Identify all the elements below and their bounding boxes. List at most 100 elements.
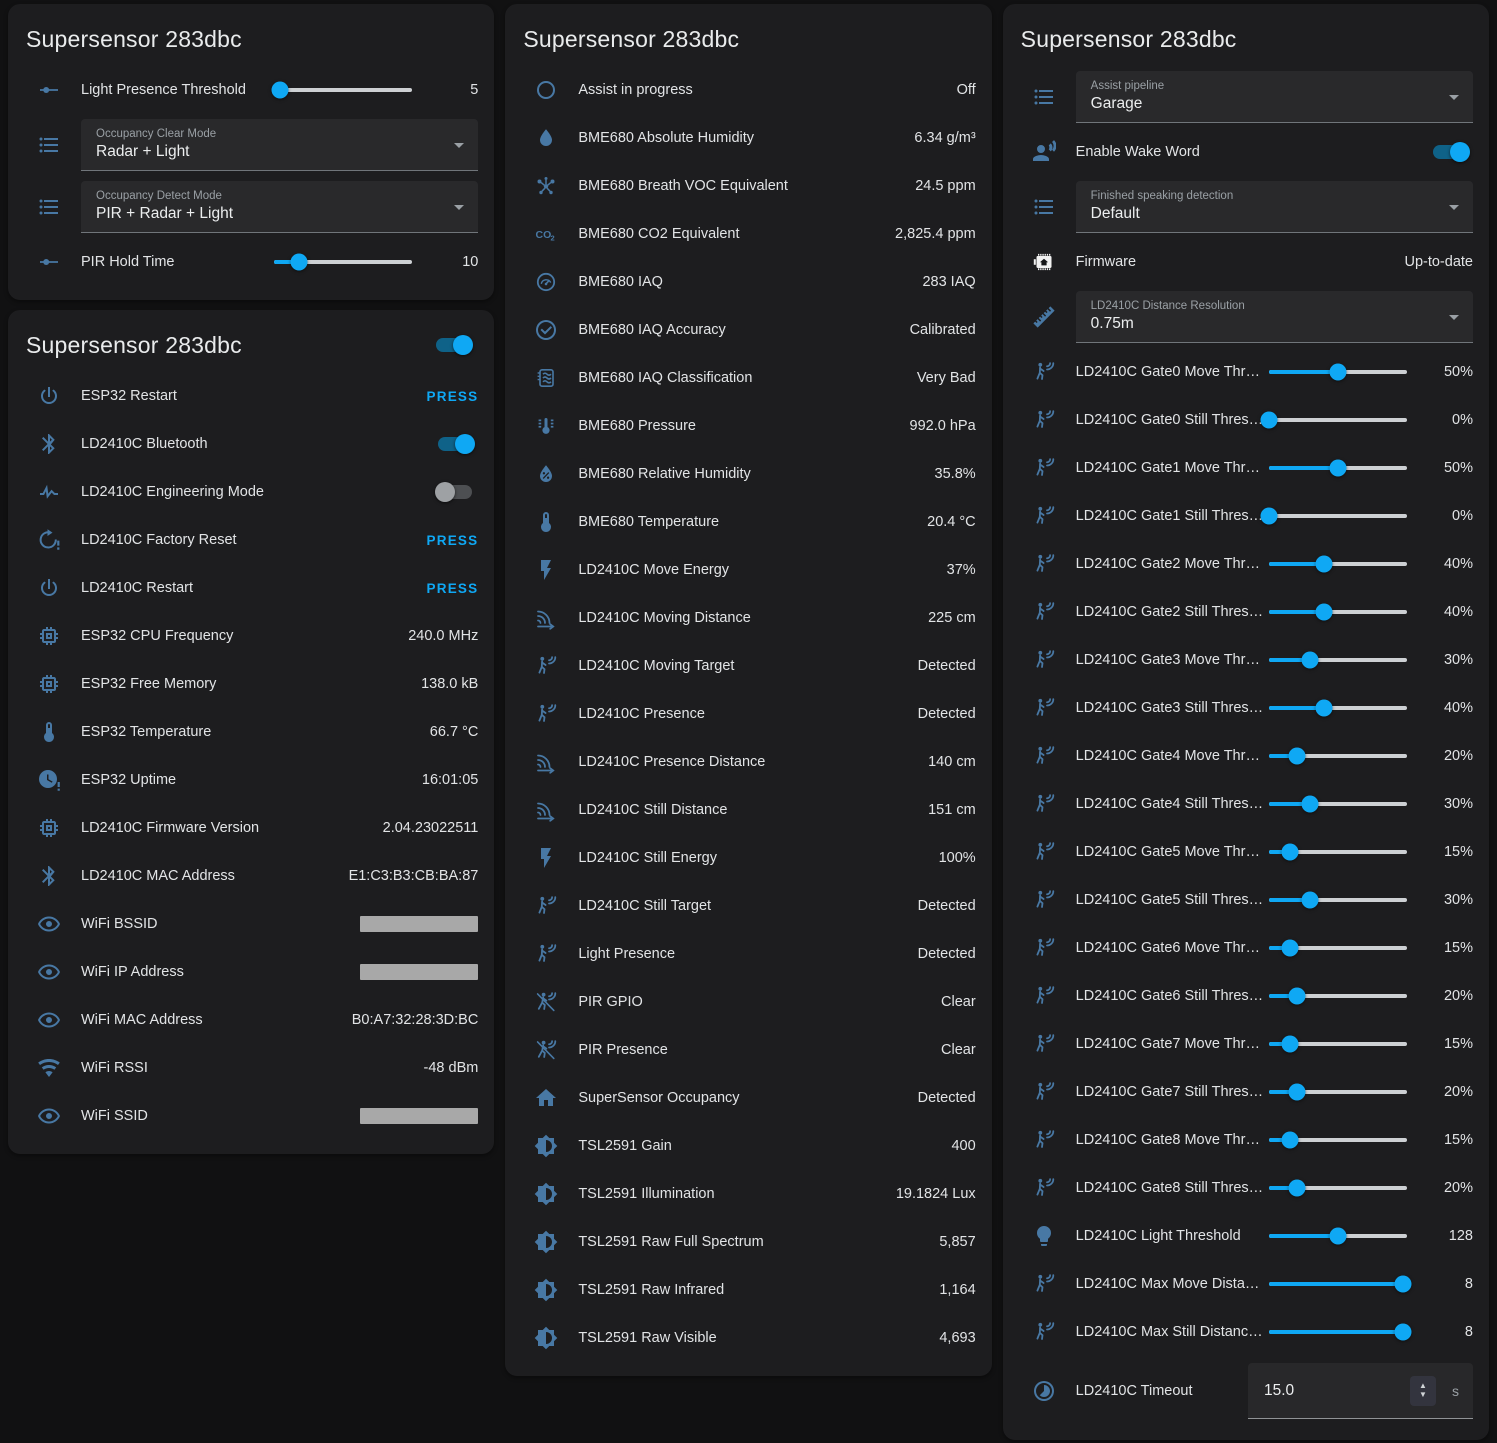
ld2410c-gate6-move-thr-slider[interactable] — [1269, 938, 1407, 958]
slider-thumb[interactable] — [1329, 1228, 1346, 1245]
slider-thumb[interactable] — [1288, 1180, 1305, 1197]
row-label: LD2410C Gate4 Still Thres… — [1076, 796, 1269, 812]
ld2410c-max-still-distanc-slider[interactable] — [1269, 1322, 1407, 1342]
ld2410c-gate1-still-thres-slider[interactable] — [1269, 506, 1407, 526]
ld2410c-gate4-move-thr-slider[interactable] — [1269, 746, 1407, 766]
row-label: LD2410C Gate1 Move Thr… — [1076, 460, 1269, 476]
row-value: 6.34 g/m³ — [914, 130, 975, 146]
power-icon — [37, 384, 61, 408]
slider-thumb[interactable] — [1394, 1276, 1411, 1293]
row-value: 20% — [1421, 1180, 1473, 1196]
power-icon — [37, 576, 61, 600]
finished-speaking-detection-select[interactable]: Finished speaking detectionDefault — [1076, 181, 1473, 233]
ld2410c-max-move-dista-slider[interactable] — [1269, 1274, 1407, 1294]
row-value: 20% — [1421, 748, 1473, 764]
row-label: LD2410C Gate8 Move Thr… — [1076, 1132, 1269, 1148]
row-label: LD2410C Gate3 Still Thres… — [1076, 700, 1269, 716]
row-wifi-ip-address: WiFi IP Address — [24, 948, 478, 996]
slider-thumb[interactable] — [1302, 796, 1319, 813]
row-value: 15% — [1421, 1132, 1473, 1148]
ld2410c-gate6-still-thres-slider[interactable] — [1269, 986, 1407, 1006]
row-label: LD2410C Moving Target — [578, 658, 905, 674]
ld2410c-restart-button[interactable]: PRESS — [427, 581, 479, 596]
row-tsl2591-raw-full-spectrum: TSL2591 Raw Full Spectrum5,857 — [521, 1218, 975, 1266]
row-ld2410c-factory-reset: LD2410C Factory ResetPRESS — [24, 516, 478, 564]
ld2410c-bluetooth-toggle[interactable] — [438, 437, 472, 451]
ld2410c-gate7-still-thres-slider[interactable] — [1269, 1082, 1407, 1102]
card-header: Supersensor 283dbc — [24, 10, 478, 66]
select-label: LD2410C Distance Resolution — [1091, 300, 1443, 312]
ld2410c-timeout-input[interactable]: 15.0▲▼s — [1248, 1363, 1473, 1419]
esp32-restart-button[interactable]: PRESS — [427, 389, 479, 404]
motion-sensor-icon — [534, 702, 558, 726]
ld2410c-factory-reset-button[interactable]: PRESS — [427, 533, 479, 548]
ld2410c-engineering-mode-toggle[interactable] — [438, 485, 472, 499]
slider-thumb[interactable] — [1288, 1084, 1305, 1101]
row-value: 50% — [1421, 460, 1473, 476]
motion-sensor-icon — [534, 942, 558, 966]
slider-thumb[interactable] — [1281, 1132, 1298, 1149]
chevron-down-icon — [1449, 315, 1459, 320]
slider-thumb[interactable] — [1288, 748, 1305, 765]
ld2410c-gate8-still-thres-slider[interactable] — [1269, 1178, 1407, 1198]
slider-thumb[interactable] — [1302, 652, 1319, 669]
ld2410c-gate0-move-thr-slider[interactable] — [1269, 362, 1407, 382]
occupancy-detect-mode-select[interactable]: Occupancy Detect ModePIR + Radar + Light — [81, 181, 478, 233]
occupancy-clear-mode-select[interactable]: Occupancy Clear ModeRadar + Light — [81, 119, 478, 171]
row-value: 2.04.23022511 — [383, 820, 479, 836]
row-value: Clear — [941, 1042, 976, 1058]
firmware-chip-icon — [1032, 250, 1056, 274]
ld2410c-gate4-still-thres-slider[interactable] — [1269, 794, 1407, 814]
card-power-toggle[interactable] — [436, 338, 470, 352]
slider-thumb[interactable] — [1316, 556, 1333, 573]
slider-thumb[interactable] — [1302, 892, 1319, 909]
row-value: 19.1824 Lux — [896, 1186, 976, 1202]
row-pir-hold-time: PIR Hold Time10 — [24, 238, 478, 286]
chevron-down-icon[interactable]: ▼ — [1419, 1391, 1427, 1399]
row-label: LD2410C Light Threshold — [1076, 1228, 1269, 1244]
pir-hold-time-slider[interactable] — [274, 252, 412, 272]
restart-alert-icon — [37, 528, 61, 552]
ld2410c-gate2-still-thres-slider[interactable] — [1269, 602, 1407, 622]
slider-thumb[interactable] — [1394, 1324, 1411, 1341]
slider-thumb[interactable] — [1260, 508, 1277, 525]
row-wifi-rssi: WiFi RSSI-48 dBm — [24, 1044, 478, 1092]
row-label: LD2410C Gate0 Still Thres… — [1076, 412, 1269, 428]
ld2410c-gate0-still-thres-slider[interactable] — [1269, 410, 1407, 430]
row-ld2410c-restart: LD2410C RestartPRESS — [24, 564, 478, 612]
ld2410c-gate3-move-thr-slider[interactable] — [1269, 650, 1407, 670]
ld2410c-gate8-move-thr-slider[interactable] — [1269, 1130, 1407, 1150]
slider-thumb[interactable] — [1329, 460, 1346, 477]
slider-thumb[interactable] — [1288, 988, 1305, 1005]
row-value: 151 cm — [928, 802, 976, 818]
number-value: 15.0 — [1264, 1382, 1410, 1400]
row-value: 128 — [1421, 1228, 1473, 1244]
row-label: SuperSensor Occupancy — [578, 1090, 905, 1106]
slider-thumb[interactable] — [291, 254, 308, 271]
slider-thumb[interactable] — [1281, 940, 1298, 957]
slider-thumb[interactable] — [1260, 412, 1277, 429]
slider-thumb[interactable] — [1329, 364, 1346, 381]
ld2410c-gate2-move-thr-slider[interactable] — [1269, 554, 1407, 574]
enable-wake-word-toggle[interactable] — [1433, 145, 1467, 159]
slider-thumb[interactable] — [1316, 700, 1333, 717]
ld2410c-light-threshold-slider[interactable] — [1269, 1226, 1407, 1246]
slider-thumb[interactable] — [1316, 604, 1333, 621]
slider-thumb[interactable] — [271, 82, 288, 99]
ld2410c-distance-resolution-select[interactable]: LD2410C Distance Resolution0.75m — [1076, 291, 1473, 343]
stepper-control[interactable]: ▲▼ — [1410, 1376, 1436, 1406]
light-presence-threshold-slider[interactable] — [274, 80, 412, 100]
chevron-up-icon[interactable]: ▲ — [1419, 1382, 1427, 1390]
slider-thumb[interactable] — [1281, 1036, 1298, 1053]
ld2410c-gate5-still-thres-slider[interactable] — [1269, 890, 1407, 910]
row-value: Off — [957, 82, 976, 98]
ld2410c-gate5-move-thr-slider[interactable] — [1269, 842, 1407, 862]
ld2410c-gate7-move-thr-slider[interactable] — [1269, 1034, 1407, 1054]
row-value: 4,693 — [939, 1330, 975, 1346]
ld2410c-gate1-move-thr-slider[interactable] — [1269, 458, 1407, 478]
row-ld2410c-gate8-still-thres: LD2410C Gate8 Still Thres…20% — [1019, 1164, 1473, 1212]
slider-thumb[interactable] — [1281, 844, 1298, 861]
row-ld2410c-moving-target: LD2410C Moving TargetDetected — [521, 642, 975, 690]
assist-pipeline-select[interactable]: Assist pipelineGarage — [1076, 71, 1473, 123]
ld2410c-gate3-still-thres-slider[interactable] — [1269, 698, 1407, 718]
